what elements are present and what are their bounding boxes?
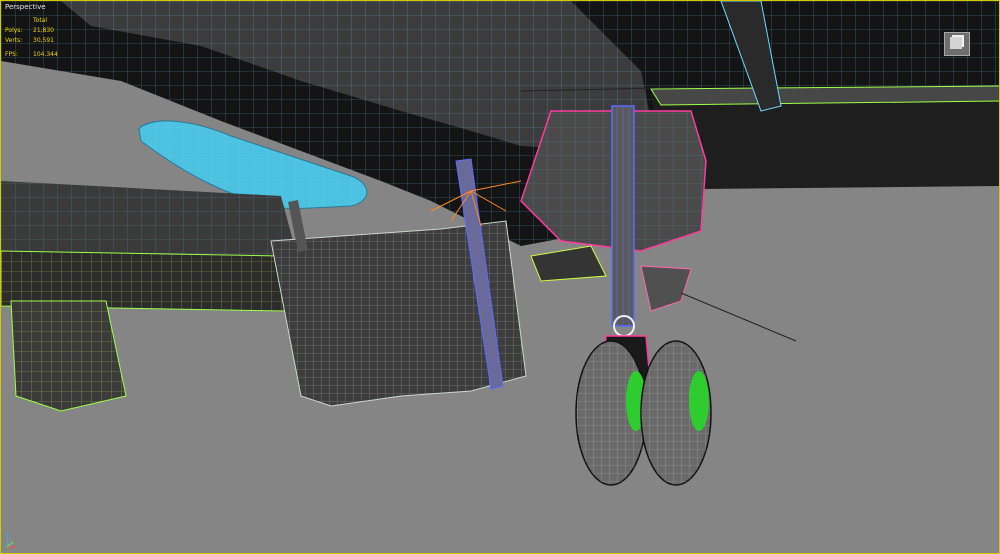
wheel-left <box>575 340 647 486</box>
gear-door-left-wire <box>11 301 126 411</box>
polys-value: 21,830 <box>33 27 54 34</box>
stats-header: Total <box>33 17 48 24</box>
polys-label: Polys: <box>5 27 23 34</box>
verts-label: Verts: <box>5 37 23 44</box>
axis-tripod-icon <box>6 533 16 548</box>
verts-value: 30,591 <box>33 37 54 44</box>
perspective-viewport[interactable]: Perspective Total Polys: 21,830 Verts: 30,… <box>0 0 1000 554</box>
viewport-label[interactable]: Perspective <box>5 3 46 11</box>
statistics-overlay: Total Polys: 21,830 Verts: 30,591 FPS: 104.… <box>5 16 73 60</box>
fps-value: 104.344 <box>33 51 58 58</box>
3d-scene[interactable] <box>1 1 1000 554</box>
viewcube-icon[interactable] <box>944 32 970 56</box>
wheel-right <box>640 340 712 486</box>
viewcube-face[interactable] <box>950 37 962 49</box>
fps-label: FPS: <box>5 51 18 58</box>
